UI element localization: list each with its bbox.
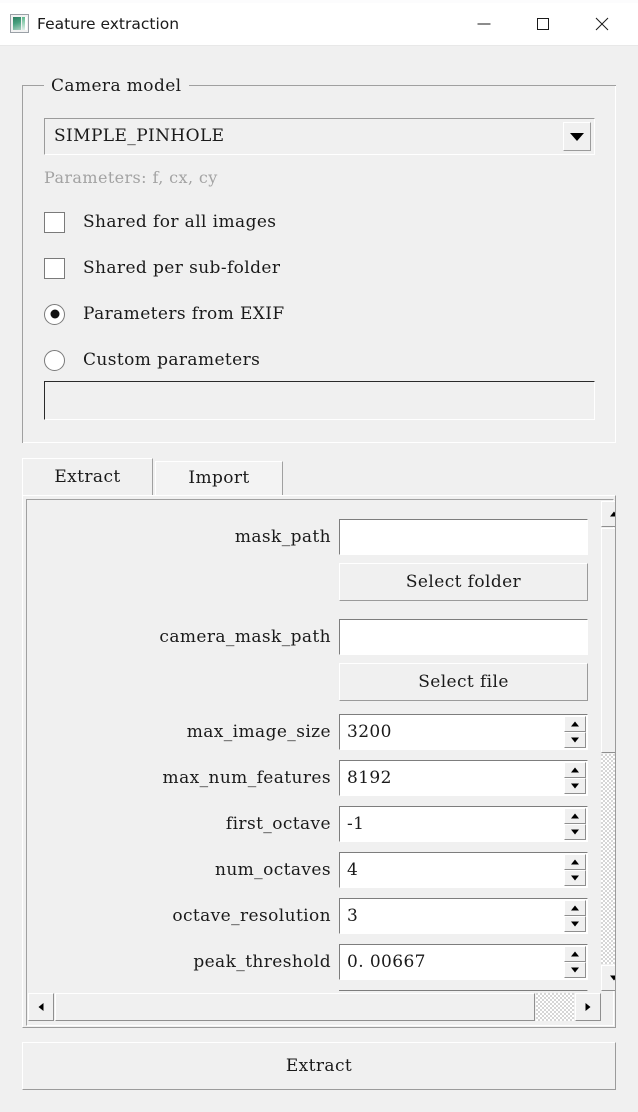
maximize-icon: [537, 18, 549, 30]
row-max-num-features: max_num_features 8192: [28, 758, 594, 798]
row-next-partial: [28, 988, 594, 991]
tab-bar: Extract Import: [22, 458, 616, 495]
checkbox-label: Shared for all images: [83, 212, 277, 232]
radio-custom-parameters[interactable]: Custom parameters: [44, 347, 260, 373]
options-form-viewport: mask_path Select folder camera_mask_path…: [28, 501, 594, 991]
maximize-button[interactable]: [520, 3, 566, 45]
spinner-max-image-size: [564, 716, 586, 748]
label-octave-resolution: octave_resolution: [172, 906, 331, 926]
row-num-octaves: num_octaves 4: [28, 850, 594, 890]
value-num-octaves: 4: [347, 860, 359, 880]
scroll-up-button[interactable]: [601, 501, 615, 527]
radio-circle: [44, 349, 65, 371]
radio-circle-selected: [44, 303, 65, 325]
scroll-left-button[interactable]: [28, 993, 54, 1021]
label-num-octaves: num_octaves: [214, 860, 331, 880]
spinner-up-icon[interactable]: [564, 716, 586, 732]
spinbox-max-image-size[interactable]: 3200: [339, 714, 588, 750]
spinbox-octave-resolution[interactable]: 3: [339, 898, 588, 934]
custom-parameters-input[interactable]: [44, 381, 595, 420]
spinbox-first-octave[interactable]: -1: [339, 806, 588, 842]
spinner-down-icon[interactable]: [564, 732, 586, 748]
row-mask-path: mask_path: [28, 517, 594, 557]
label-camera-mask-path: camera_mask_path: [159, 627, 331, 647]
horizontal-scroll-trough[interactable]: [536, 993, 574, 1021]
value-max-image-size: 3200: [347, 722, 392, 742]
spinner-peak-threshold: [564, 946, 586, 978]
vertical-scroll-thumb[interactable]: [601, 528, 615, 753]
spinner-up-icon[interactable]: [564, 808, 586, 824]
scroll-right-button[interactable]: [575, 993, 601, 1021]
label-max-num-features: max_num_features: [162, 768, 331, 788]
spinner-up-icon[interactable]: [564, 854, 586, 870]
titlebar: Feature extraction: [0, 3, 638, 46]
extract-button[interactable]: Extract: [22, 1042, 616, 1090]
checkbox-shared-for-all-images[interactable]: Shared for all images: [44, 209, 276, 235]
row-select-file: Select file: [28, 663, 594, 703]
spinner-down-icon[interactable]: [564, 824, 586, 840]
camera-parameters-hint: Parameters: f, cx, cy: [44, 168, 218, 187]
value-first-octave: -1: [347, 814, 365, 834]
value-max-num-features: 8192: [347, 768, 392, 788]
window-title: Feature extraction: [37, 15, 180, 33]
minimize-icon: [477, 23, 491, 25]
scroll-down-button[interactable]: [601, 965, 615, 991]
options-vertical-scrollbar[interactable]: [601, 501, 615, 991]
label-mask-path: mask_path: [234, 527, 331, 547]
row-peak-threshold: peak_threshold 0. 00667: [28, 942, 594, 982]
spinner-up-icon[interactable]: [564, 900, 586, 916]
checkbox-shared-per-sub-folder[interactable]: Shared per sub-folder: [44, 255, 280, 281]
checkbox-box: [44, 211, 65, 233]
horizontal-scroll-thumb[interactable]: [55, 993, 535, 1021]
label-peak-threshold: peak_threshold: [193, 952, 331, 972]
camera-model-select[interactable]: SIMPLE_PINHOLE: [44, 118, 595, 155]
input-camera-mask-path[interactable]: [339, 619, 588, 655]
camera-model-group: Camera model SIMPLE_PINHOLE Parameters: …: [22, 76, 616, 443]
checkbox-label: Shared per sub-folder: [83, 258, 281, 278]
row-max-image-size: max_image_size 3200: [28, 712, 594, 752]
camera-model-group-title: Camera model: [44, 76, 189, 96]
value-peak-threshold: 0. 00667: [347, 952, 426, 972]
spinner-up-icon[interactable]: [564, 946, 586, 962]
select-file-button[interactable]: Select file: [339, 663, 588, 701]
spinner-num-octaves: [564, 854, 586, 886]
value-octave-resolution: 3: [347, 906, 359, 926]
row-select-folder: Select folder: [28, 563, 594, 603]
spinner-first-octave: [564, 808, 586, 840]
feature-extraction-window: Feature extraction Camera model SIMPLE_P…: [0, 0, 638, 1112]
close-icon: [595, 17, 610, 32]
spinner-up-icon[interactable]: [564, 762, 586, 778]
chevron-down-icon[interactable]: [563, 122, 591, 151]
vertical-scroll-trough[interactable]: [601, 754, 615, 964]
spinner-octave-resolution: [564, 900, 586, 932]
spinbox-peak-threshold[interactable]: 0. 00667: [339, 944, 588, 980]
spinbox-max-num-features[interactable]: 8192: [339, 760, 588, 796]
radio-label: Custom parameters: [83, 350, 261, 370]
radio-label: Parameters from EXIF: [83, 304, 285, 324]
checkbox-box: [44, 257, 65, 279]
row-camera-mask-path: camera_mask_path: [28, 617, 594, 657]
options-horizontal-scrollbar[interactable]: [28, 993, 601, 1021]
spinner-down-icon[interactable]: [564, 962, 586, 978]
minimize-button[interactable]: [461, 3, 507, 45]
spinbox-num-octaves[interactable]: 4: [339, 852, 588, 888]
spinner-down-icon[interactable]: [564, 916, 586, 932]
tab-extract[interactable]: Extract: [22, 458, 153, 495]
spinbox-next-partial[interactable]: [339, 990, 588, 991]
input-mask-path[interactable]: [339, 519, 588, 555]
row-octave-resolution: octave_resolution 3: [28, 896, 594, 936]
camera-model-selected-value: SIMPLE_PINHOLE: [54, 126, 225, 146]
tab-import[interactable]: Import: [155, 461, 283, 495]
radio-parameters-from-exif[interactable]: Parameters from EXIF: [44, 301, 285, 327]
spinner-down-icon[interactable]: [564, 870, 586, 886]
row-first-octave: first_octave -1: [28, 804, 594, 844]
spinner-down-icon[interactable]: [564, 778, 586, 794]
select-folder-button[interactable]: Select folder: [339, 563, 588, 601]
label-max-image-size: max_image_size: [186, 722, 331, 742]
close-button[interactable]: [579, 3, 625, 45]
image-thumbnail-icon: [10, 14, 29, 33]
spinner-max-num-features: [564, 762, 586, 794]
extract-tab-panel: mask_path Select folder camera_mask_path…: [22, 495, 616, 1028]
label-first-octave: first_octave: [225, 814, 331, 834]
